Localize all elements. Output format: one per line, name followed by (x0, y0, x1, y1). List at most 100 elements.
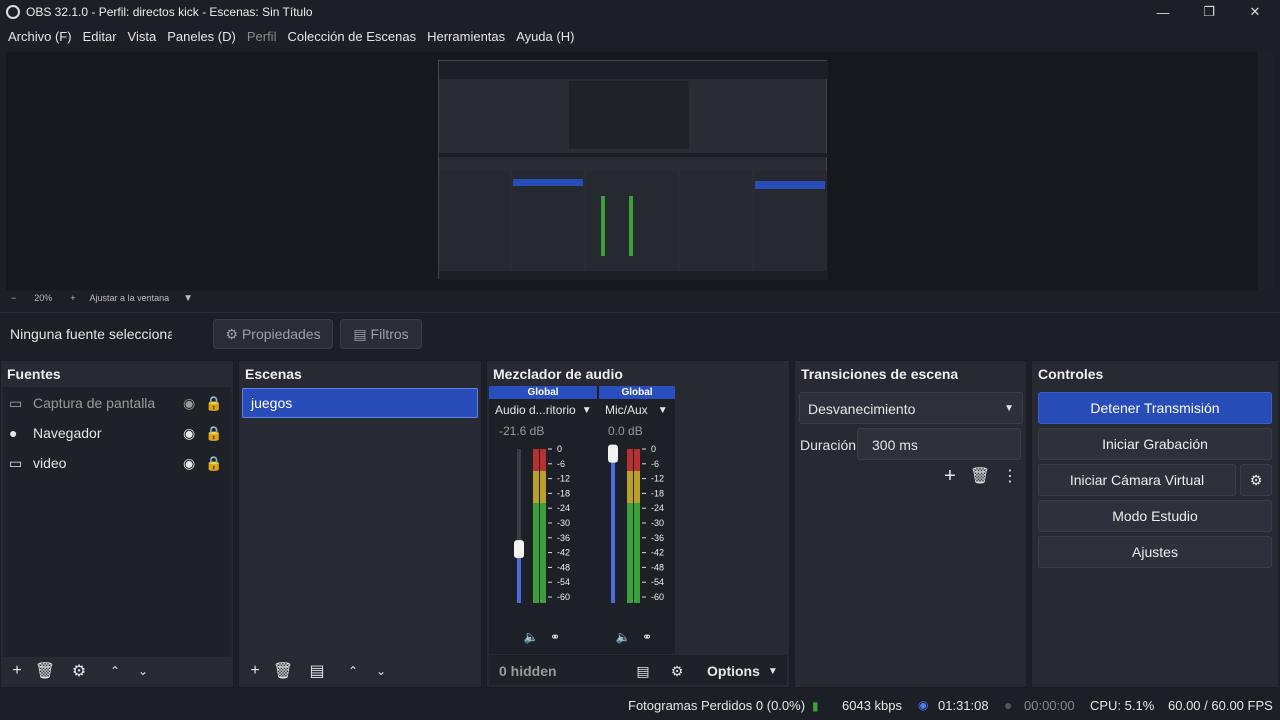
channel-name-dropdown[interactable]: Mic/Aux ▼ (605, 403, 668, 417)
speaker-icon[interactable]: 🔈 (615, 629, 631, 645)
studio-mode-button[interactable]: Modo Estudio (1038, 500, 1272, 532)
meter-tick-label: -42 (651, 548, 664, 558)
sources-title: Fuentes (7, 366, 61, 382)
transitions-dock: Transiciones de escena Desvanecimiento ▼ … (794, 360, 1027, 688)
start-recording-button[interactable]: Iniciar Grabación (1038, 428, 1272, 460)
eye-icon[interactable]: ◉ (183, 425, 195, 442)
menu-editar[interactable]: Editar (79, 29, 121, 44)
trash-icon[interactable]: 🗑 (35, 659, 55, 683)
move-up-icon[interactable]: ⌃ (343, 659, 363, 683)
meter-red-zone (533, 449, 539, 471)
meter-tick-label: -18 (651, 488, 664, 498)
meter-tick-label: -6 (557, 459, 565, 469)
lock-icon[interactable]: 🔒 (205, 425, 222, 442)
maximize-icon[interactable]: ❐ (1186, 0, 1232, 24)
trash-icon[interactable]: 🗑 (969, 465, 991, 487)
headphones-icon[interactable]: ⚭ (547, 629, 563, 645)
properties-label: Propiedades (241, 326, 321, 342)
meter-tick-label: -54 (651, 577, 664, 587)
close-icon[interactable]: ✕ (1232, 0, 1278, 24)
source-item[interactable]: ● Navegador ◉ 🔒 (9, 419, 229, 447)
add-source-icon[interactable]: + (7, 659, 27, 683)
meter-tick-label: -30 (651, 518, 664, 528)
volume-slider-handle[interactable] (608, 444, 618, 463)
zoom-dropdown-icon[interactable]: ▼ (183, 293, 193, 304)
fps: 60.00 / 60.00 FPS (1168, 697, 1273, 713)
zoom-in-button[interactable]: + (70, 293, 75, 303)
meter-tick-label: -42 (557, 548, 570, 558)
settings-button[interactable]: Ajustes (1038, 536, 1272, 568)
properties-button[interactable]: ⚙ Propiedades (213, 319, 333, 349)
no-source-label: Ninguna fuente seleccionada (10, 326, 172, 342)
speaker-icon[interactable]: 🔈 (523, 629, 539, 645)
menu-vista[interactable]: Vista (124, 29, 161, 44)
duration-value: 300 ms (872, 437, 918, 453)
meter-tick-label: -36 (557, 533, 570, 543)
duration-input[interactable]: 300 ms (857, 428, 1021, 460)
source-item[interactable]: ▭ video ◉ 🔒 (9, 449, 229, 477)
minimize-icon[interactable]: — (1140, 0, 1186, 24)
status-bar: Fotogramas Perdidos 0 (0.0%) ▮ 6043 kbps… (0, 690, 1280, 720)
menu-archivo[interactable]: Archivo (F) (4, 29, 76, 44)
source-item[interactable]: ▭ Captura de pantalla ◉ 🔒 (9, 389, 229, 417)
preview-scrollbar[interactable] (1258, 52, 1274, 290)
lock-icon[interactable]: 🔒 (205, 395, 222, 412)
channel-db: -21.6 dB (499, 424, 545, 438)
volume-meters[interactable]: 0 -6 -12 -18 -24 -30 -36 -42 -48 -54 -60 0 -6 -12 -18 -… (487, 441, 677, 631)
menu-ayuda[interactable]: Ayuda (H) (512, 29, 578, 44)
scenes-title: Escenas (245, 366, 302, 382)
move-down-icon[interactable]: ⌄ (371, 659, 391, 683)
zoom-out-button[interactable]: − (11, 293, 16, 303)
channel-name-dropdown[interactable]: Audio d...ritorio ▼ (495, 403, 592, 417)
audio-settings-icon[interactable]: ⚙ (667, 661, 687, 681)
meter-yellow-zone (533, 471, 539, 503)
eye-hidden-icon[interactable]: ◉ (183, 395, 195, 412)
meter-tick-label: -36 (651, 533, 664, 543)
transition-select[interactable]: Desvanecimiento ▼ (799, 392, 1023, 424)
channel-header: Global (489, 386, 597, 399)
meter-red-zone (634, 449, 640, 471)
stop-stream-button[interactable]: Detener Transmisión (1038, 392, 1272, 424)
preview-capture (438, 60, 828, 280)
scene-filter-icon[interactable]: ▤ (307, 659, 327, 683)
virtual-camera-settings-icon[interactable]: ⚙ (1240, 464, 1272, 496)
menu-perfil[interactable]: Perfil (243, 29, 281, 44)
meter-red-zone (627, 449, 633, 471)
meter-tick-label: -18 (557, 488, 570, 498)
stream-time: 01:31:08 (938, 697, 989, 713)
volume-slider-handle[interactable] (514, 540, 524, 559)
lock-icon[interactable]: 🔒 (205, 455, 222, 472)
add-scene-icon[interactable]: + (245, 659, 265, 683)
gear-icon[interactable]: ⚙ (69, 659, 89, 683)
virtual-camera-button[interactable]: Iniciar Cámara Virtual (1038, 464, 1236, 496)
eye-icon[interactable]: ◉ (183, 455, 195, 472)
source-label: Captura de pantalla (33, 395, 156, 411)
bitrate: 6043 kbps (842, 697, 902, 713)
source-toolbar: Ninguna fuente seleccionada ⚙Propiedades… (0, 312, 1280, 354)
move-down-icon[interactable]: ⌄ (133, 659, 153, 683)
channel-name: Mic/Aux (605, 403, 648, 417)
sources-list[interactable]: ▭ Captura de pantalla ◉ 🔒 ● Navegador ◉ … (3, 387, 231, 657)
move-up-icon[interactable]: ⌃ (105, 659, 125, 683)
options-button[interactable]: Options ▼ (707, 663, 778, 679)
headphones-icon[interactable]: ⚭ (639, 629, 655, 645)
layout-icon[interactable]: ▤ (633, 661, 653, 681)
zoom-bar: − 20% + Ajustar a la ventana ▼ (0, 290, 1280, 306)
scene-item-selected[interactable]: juegos (242, 388, 478, 418)
chevron-down-icon: ▼ (767, 665, 778, 677)
controls-dock: Controles Detener Transmisión Iniciar Gr… (1031, 360, 1279, 688)
meter-tick-label: -60 (651, 592, 664, 602)
add-transition-icon[interactable]: + (939, 465, 961, 487)
title-bar: OBS 32.1.0 - Perfil: directos kick - Esc… (0, 0, 1280, 24)
scenes-dock: Escenas juegos + 🗑 ▤ ⌃ ⌄ (238, 360, 482, 688)
globe-icon: ● (9, 425, 18, 441)
gear-icon: ⚙ (225, 325, 238, 342)
trash-icon[interactable]: 🗑 (273, 659, 293, 683)
menu-paneles[interactable]: Paneles (D) (163, 29, 240, 44)
more-options-icon[interactable]: ⋮ (999, 465, 1021, 487)
filters-button[interactable]: ▤ Filtros (340, 319, 422, 349)
menu-herramientas[interactable]: Herramientas (423, 29, 509, 44)
menu-coleccion-escenas[interactable]: Colección de Escenas (283, 29, 420, 44)
meter-tick-label: -48 (651, 562, 664, 572)
fit-window-label[interactable]: Ajustar a la ventana (90, 293, 170, 303)
